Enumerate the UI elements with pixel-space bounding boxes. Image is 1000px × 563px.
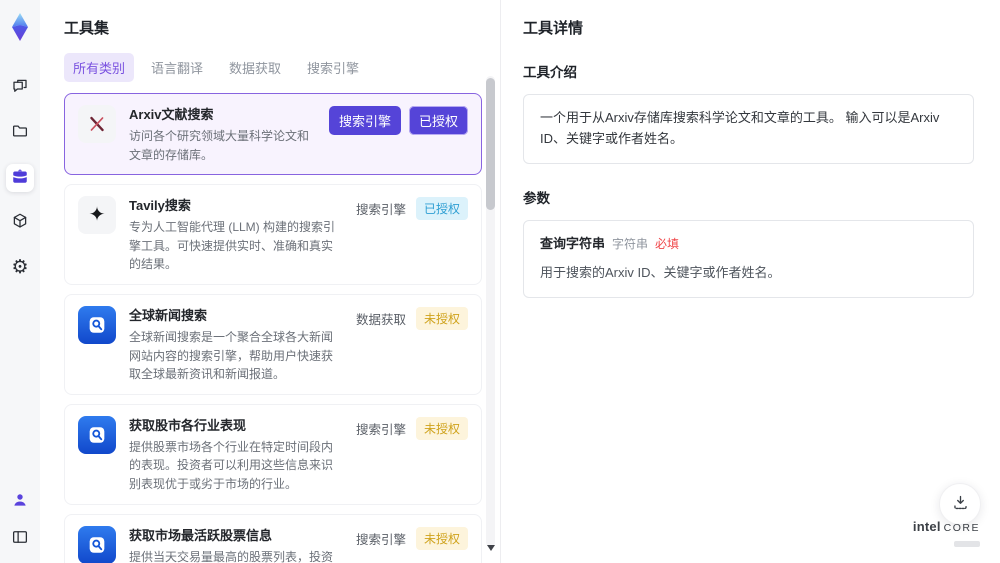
core-brand-text: CORE: [943, 522, 980, 534]
tool-description: 访问各个研究领域大量科学论文和文章的存储库。: [129, 129, 310, 162]
sidebar-item-chat[interactable]: [6, 74, 34, 102]
tab-1[interactable]: 语言翻译: [142, 53, 212, 82]
sidebar-item-panel-toggle[interactable]: [6, 525, 34, 553]
app-logo-icon[interactable]: [6, 12, 34, 42]
sidebar: ⚙: [0, 0, 40, 563]
briefcase-icon: [11, 167, 29, 190]
param-description: 用于搜索的Arxiv ID、关键字或作者姓名。: [540, 265, 781, 281]
sidebar-item-cube[interactable]: [6, 209, 34, 237]
download-icon: [951, 493, 970, 515]
auth-badge: 已授权: [408, 106, 468, 135]
star-icon: ✦: [78, 196, 116, 235]
tool-name: Tavily搜索: [129, 198, 191, 214]
detail-title: 工具详情: [523, 20, 584, 37]
tool-list-panel: 工具集 所有类别 语言翻译 数据获取 搜索引擎 Arxiv文献搜索 访问各个研究领域大量…: [40, 0, 500, 563]
blue-search-icon: [78, 525, 116, 563]
category-label: 搜索引擎: [355, 203, 406, 218]
param-required-badge: 必填: [655, 236, 680, 251]
sidebar-item-gear[interactable]: ⚙: [6, 254, 34, 282]
category-badge: 搜索引擎: [328, 106, 401, 135]
tool-card[interactable]: ✦ Tavily搜索专为人工智能代理 (LLM) 构建的搜索引擎工具。可快速提供实…: [64, 184, 482, 285]
tool-card-tags: 数据获取 未授权: [355, 306, 468, 330]
tool-card-main: Arxiv文献搜索访问各个研究领域大量科学论文和文章的存储库。: [129, 104, 316, 164]
tool-card-main: 获取市场最活跃股票信息提供当天交易量最高的股票列表，投资者可以利用这些信息来识别…: [129, 525, 343, 563]
folder-icon: [11, 122, 29, 145]
blue-search-icon: [78, 305, 116, 344]
tool-name: Arxiv文献搜索: [129, 107, 214, 122]
tool-card-main: Tavily搜索专为人工智能代理 (LLM) 构建的搜索引擎工具。可快速提供实时…: [129, 195, 343, 274]
tool-card[interactable]: 全球新闻搜索全球新闻搜索是一个聚合全球各大新闻网站内容的搜索引擎，帮助用户快速获…: [64, 293, 482, 395]
param-box: 查询字符串 字符串 必填 用于搜索的Arxiv ID、关键字或作者姓名。: [523, 219, 974, 299]
tool-description: 提供股票市场各个行业在特定时间段内的表现。投资者可以利用这些信息来识别表现优于或…: [129, 439, 334, 491]
cube-icon: [11, 212, 29, 235]
blue-search-icon: [78, 415, 116, 454]
scrollbar-down-arrow-icon[interactable]: [486, 545, 495, 551]
sidebar-item-briefcase[interactable]: [6, 164, 34, 192]
auth-badge: 未授权: [415, 526, 468, 550]
sidebar-item-user[interactable]: [6, 488, 34, 516]
user-icon: [11, 491, 29, 514]
panel-toggle-icon: [11, 528, 29, 551]
tool-name: 全球新闻搜索: [129, 307, 208, 323]
intro-heading: 工具介绍: [523, 65, 577, 80]
tab-3[interactable]: 搜索引擎: [298, 53, 368, 82]
scrollbar-thumb[interactable]: [486, 78, 495, 210]
tool-card-tags: 搜索引擎 已授权: [328, 106, 468, 135]
tool-card-tags: 搜索引擎 未授权: [355, 526, 468, 550]
category-label: 搜索引擎: [355, 422, 406, 437]
list-scrollbar[interactable]: [486, 76, 495, 551]
auth-badge: 已授权: [415, 197, 468, 221]
tool-description: 提供当天交易量最高的股票列表，投资者可以利用这些信息来识别流动性强的股票和潜在的…: [129, 549, 334, 563]
tool-card-tags: 搜索引擎 未授权: [355, 416, 468, 440]
param-name: 查询字符串: [540, 235, 606, 251]
tab-0[interactable]: 所有类别: [64, 53, 135, 82]
intro-text-box: 一个用于从Arxiv存储库搜索科学论文和文章的工具。 输入可以是Arxiv ID…: [523, 94, 974, 164]
tool-description: 全球新闻搜索是一个聚合全球各大新闻网站内容的搜索引擎，帮助用户快速获取全球最新资…: [129, 329, 334, 382]
tool-card[interactable]: 获取股市各行业表现提供股票市场各个行业在特定时间段内的表现。投资者可以利用这些信…: [64, 403, 482, 505]
tool-card[interactable]: 获取市场最活跃股票信息提供当天交易量最高的股票列表，投资者可以利用这些信息来识别…: [64, 513, 482, 563]
gear-icon: ⚙: [11, 257, 29, 278]
page-title: 工具集: [64, 20, 110, 37]
param-type: 字符串: [612, 236, 649, 251]
intel-logo-sub-mark: [954, 541, 980, 547]
param-header: 查询字符串 字符串 必填: [540, 234, 957, 255]
tool-card-main: 全球新闻搜索全球新闻搜索是一个聚合全球各大新闻网站内容的搜索引擎，帮助用户快速获…: [129, 305, 343, 384]
tool-name: 获取市场最活跃股票信息: [129, 527, 273, 543]
tool-card[interactable]: Arxiv文献搜索访问各个研究领域大量科学论文和文章的存储库。 搜索引擎 已授权: [64, 93, 482, 176]
tool-card-main: 获取股市各行业表现提供股票市场各个行业在特定时间段内的表现。投资者可以利用这些信…: [129, 415, 343, 494]
arxiv-icon: [78, 105, 116, 143]
tab-2[interactable]: 数据获取: [220, 53, 290, 82]
intel-core-logo: intel CORE: [913, 519, 980, 551]
category-label: 搜索引擎: [355, 532, 406, 547]
sidebar-bottom: [6, 488, 34, 553]
chat-icon: [11, 77, 29, 100]
tool-description: 专为人工智能代理 (LLM) 构建的搜索引擎工具。可快速提供实时、准确和真实的结…: [129, 220, 336, 272]
intel-brand-text: intel: [912, 519, 941, 534]
tool-detail-panel: 工具详情 工具介绍 一个用于从Arxiv存储库搜索科学论文和文章的工具。 输入可…: [500, 0, 1000, 563]
params-heading: 参数: [523, 190, 550, 206]
sidebar-nav: ⚙: [6, 74, 34, 282]
tool-cards: Arxiv文献搜索 访问各个研究领域大量科学论文和文章的存储库。 搜索引擎 已授权 ✦ T…: [64, 93, 482, 563]
category-tabs: 所有类别 语言翻译 数据获取 搜索引擎: [64, 53, 478, 82]
app-root: ⚙ 工具集 所有类别 语言翻译 数据获取 搜索引擎 Arxiv文献搜索 访问各个研究领域…: [0, 0, 1000, 563]
tool-card-tags: 搜索引擎 已授权: [355, 197, 468, 221]
category-label: 数据获取: [355, 312, 406, 327]
auth-badge: 未授权: [415, 416, 468, 440]
tool-name: 获取股市各行业表现: [129, 417, 247, 433]
sidebar-item-folder[interactable]: [6, 119, 34, 147]
auth-badge: 未授权: [415, 306, 468, 330]
